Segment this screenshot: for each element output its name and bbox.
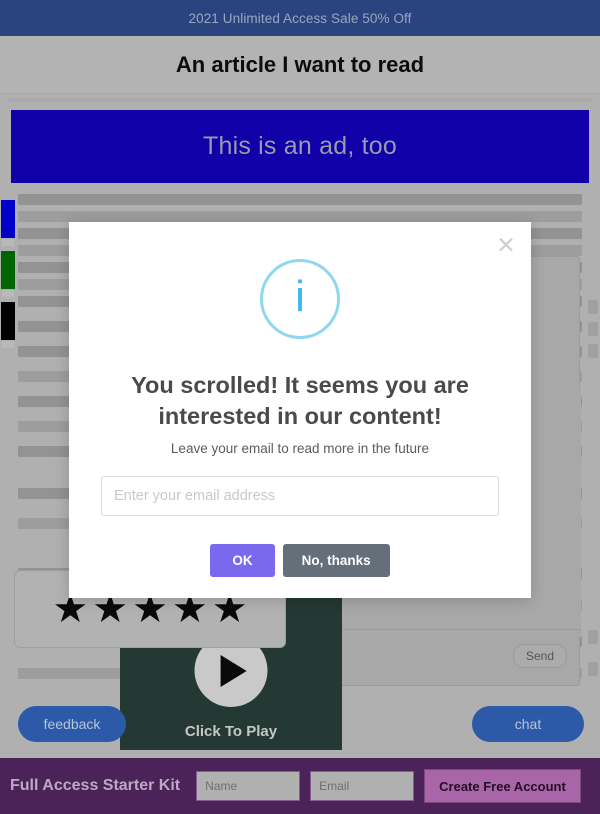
- skeleton-line: [18, 211, 582, 222]
- footer-signup-bar: Full Access Starter Kit Create Free Acco…: [0, 758, 600, 814]
- share-button-blue[interactable]: [1, 200, 15, 246]
- page-header: An article I want to read: [0, 36, 600, 94]
- video-play-label: Click To Play: [184, 723, 278, 740]
- share-button-black[interactable]: [1, 302, 15, 348]
- promo-banner-text: 2021 Unlimited Access Sale 50% Off: [188, 10, 412, 26]
- ad-banner-text: This is an ad, too: [203, 132, 397, 160]
- edge-tab[interactable]: [588, 630, 598, 644]
- edge-tab[interactable]: [588, 344, 598, 358]
- chat-panel-footer: Send: [319, 629, 581, 685]
- share-button-blue-label: [2, 239, 14, 246]
- ad-banner[interactable]: This is an ad, too: [11, 110, 589, 183]
- feedback-button[interactable]: feedback: [18, 706, 126, 742]
- modal-subtext: Leave your email to read more in the fut…: [170, 441, 430, 456]
- share-button-black-label: [2, 341, 14, 348]
- info-icon-glyph: i: [295, 272, 305, 321]
- page-root: 2021 Unlimited Access Sale 50% Off An ar…: [0, 0, 600, 814]
- modal-heading: You scrolled! It seems you are intereste…: [131, 372, 469, 430]
- edge-tab[interactable]: [588, 322, 598, 336]
- chat-button-label: chat: [514, 716, 542, 732]
- modal-email-input[interactable]: [101, 476, 499, 516]
- play-triangle-icon: [220, 654, 247, 687]
- create-free-account-button[interactable]: Create Free Account: [424, 769, 581, 803]
- feedback-button-label: feedback: [43, 716, 101, 732]
- ok-button[interactable]: OK: [210, 544, 275, 577]
- edge-tab[interactable]: [588, 300, 598, 314]
- modal-actions: OK No, thanks: [69, 544, 531, 577]
- share-button-green[interactable]: [1, 251, 15, 297]
- promo-banner[interactable]: 2021 Unlimited Access Sale 50% Off: [0, 0, 600, 36]
- info-icon: i: [260, 259, 340, 339]
- share-button-green-label: [2, 290, 14, 297]
- footer-email-input[interactable]: [310, 771, 415, 801]
- page-title: An article I want to read: [175, 51, 425, 77]
- skeleton-line: [18, 194, 582, 205]
- header-divider: [0, 95, 600, 104]
- edge-tab[interactable]: [588, 662, 598, 676]
- email-capture-modal: ✕ i You scrolled! It seems you are inter…: [69, 222, 531, 598]
- chat-button[interactable]: chat: [472, 706, 584, 742]
- no-thanks-button[interactable]: No, thanks: [282, 544, 390, 577]
- footer-name-input[interactable]: [196, 771, 301, 801]
- send-button[interactable]: Send: [512, 644, 567, 668]
- close-icon[interactable]: ✕: [493, 232, 519, 258]
- footer-title: Full Access Starter Kit: [10, 777, 181, 794]
